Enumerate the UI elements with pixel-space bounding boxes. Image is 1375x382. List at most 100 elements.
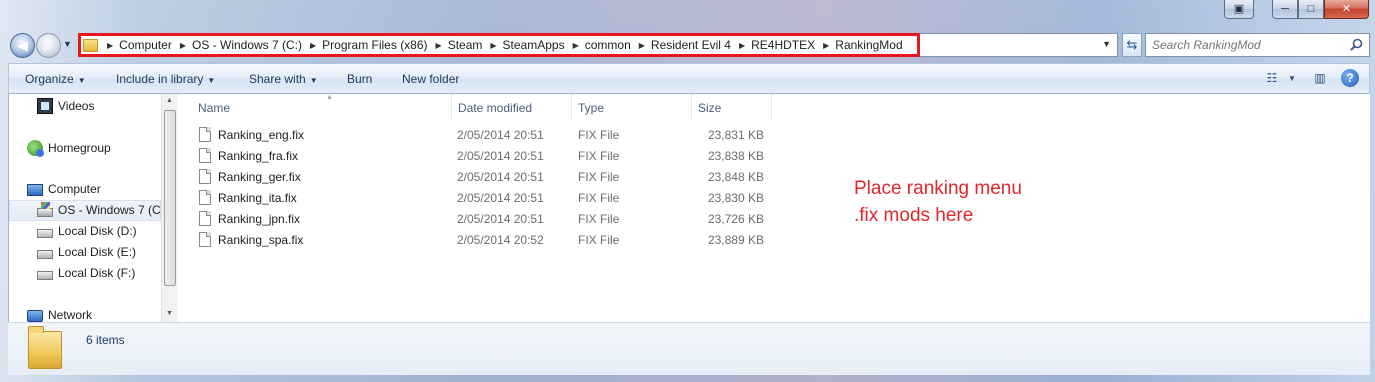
- tree-label: Videos: [58, 99, 95, 113]
- film-icon: [37, 98, 53, 114]
- file-name: Ranking_spa.fix: [218, 233, 304, 247]
- file-size: 23,830 KB: [707, 191, 764, 205]
- maximize-button[interactable]: □: [1298, 0, 1324, 19]
- file-type: FIX File: [578, 128, 620, 142]
- refresh-icon: ⇆: [1126, 37, 1138, 52]
- drive-icon: [37, 271, 53, 280]
- share-with-menu[interactable]: Share with ▼: [249, 72, 318, 86]
- chevron-down-icon: ▼: [63, 39, 72, 49]
- column-header-size[interactable]: Size: [688, 94, 772, 121]
- chevron-down-icon: ▼: [309, 76, 318, 85]
- tree-item-disk-f[interactable]: Local Disk (F:): [37, 266, 135, 280]
- drive-icon: [37, 250, 53, 259]
- tree-item-computer[interactable]: Computer: [27, 182, 101, 196]
- file-size: 23,838 KB: [707, 149, 764, 163]
- file-date: 2/05/2014 20:52: [457, 233, 544, 247]
- tree-label: Network: [48, 308, 93, 322]
- file-row[interactable]: Ranking_ita.fix 2/05/2014 20:51 FIX File…: [197, 188, 764, 209]
- red-highlight-box: [78, 33, 920, 57]
- forward-button[interactable]: ▶: [36, 33, 61, 58]
- column-label: Name: [198, 101, 231, 115]
- organize-menu[interactable]: Organize ▼: [25, 72, 86, 86]
- chevron-down-icon[interactable]: ▼: [1283, 69, 1301, 87]
- drive-icon: [37, 229, 53, 238]
- sort-ascending-icon: ▲: [326, 94, 333, 101]
- network-icon: [27, 310, 43, 322]
- tree-item-os-drive[interactable]: OS - Windows 7 (C:: [37, 202, 165, 217]
- file-name: Ranking_ita.fix: [218, 191, 297, 205]
- annotation-text: Place ranking menu .fix mods here: [854, 178, 1022, 226]
- address-bar[interactable]: ▶ Computer ▶ OS - Windows 7 (C:) ▶ Progr…: [78, 33, 1118, 57]
- scroll-down-icon[interactable]: ▼: [166, 310, 173, 317]
- file-row[interactable]: Ranking_ger.fix 2/05/2014 20:51 FIX File…: [197, 167, 764, 188]
- file-row[interactable]: Ranking_fra.fix 2/05/2014 20:51 FIX File…: [197, 146, 764, 167]
- file-icon: [199, 148, 211, 163]
- scroll-thumb[interactable]: [164, 110, 176, 286]
- file-size: 23,848 KB: [707, 170, 764, 184]
- file-size: 23,889 KB: [707, 233, 764, 247]
- burn-button[interactable]: Burn: [347, 72, 372, 86]
- scroll-up-icon[interactable]: ▲: [166, 97, 173, 104]
- tree-item-disk-e[interactable]: Local Disk (E:): [37, 245, 136, 259]
- tree-label: Local Disk (E:): [58, 245, 137, 259]
- search-input[interactable]: [1152, 35, 1347, 55]
- column-label: Type: [578, 101, 605, 115]
- new-folder-button[interactable]: New folder: [402, 72, 459, 86]
- include-label: Include in library: [116, 72, 204, 86]
- file-type: FIX File: [578, 149, 620, 163]
- file-type: FIX File: [578, 233, 620, 247]
- file-icon: [199, 232, 211, 247]
- chevron-down-icon: ▼: [207, 76, 216, 85]
- change-view-icon[interactable]: ☷: [1263, 69, 1281, 87]
- right-edge: [1365, 94, 1370, 322]
- chevron-down-icon: ▼: [1102, 39, 1111, 49]
- file-row[interactable]: Ranking_jpn.fix 2/05/2014 20:51 FIX File…: [197, 209, 764, 230]
- chevron-down-icon: ▼: [77, 76, 86, 85]
- search-box: [1145, 33, 1370, 57]
- preview-pane-icon[interactable]: ▥: [1311, 69, 1329, 87]
- column-header-type[interactable]: Type: [568, 94, 692, 121]
- command-bar: Organize ▼ Include in library ▼ Share with…: [8, 63, 1370, 94]
- search-icon[interactable]: [1350, 38, 1363, 51]
- tree-item-network[interactable]: Network: [27, 308, 92, 322]
- help-icon[interactable]: ?: [1341, 69, 1359, 87]
- file-row[interactable]: Ranking_eng.fix 2/05/2014 20:51 FIX File…: [197, 125, 764, 146]
- column-label: Size: [698, 101, 722, 115]
- tree-item-homegroup[interactable]: Homegroup: [27, 140, 111, 157]
- column-header-name[interactable]: Name ▲: [188, 94, 452, 121]
- tree-item-videos[interactable]: Videos: [37, 98, 94, 114]
- nav-scrollbar[interactable]: ▲ ▼: [161, 94, 178, 322]
- address-history-dropdown[interactable]: ▼: [1102, 39, 1111, 49]
- file-type: FIX File: [578, 170, 620, 184]
- file-size: 23,831 KB: [707, 128, 764, 142]
- file-icon: [199, 211, 211, 226]
- snap-button[interactable]: ▣: [1224, 0, 1254, 19]
- file-row[interactable]: Ranking_spa.fix 2/05/2014 20:52 FIX File…: [197, 230, 764, 251]
- tree-label: OS - Windows 7 (C:: [58, 203, 165, 217]
- caption-buttons: ▣ ─ □ ✕: [1224, 0, 1369, 20]
- recent-pages-dropdown[interactable]: ▼: [63, 39, 72, 49]
- back-button[interactable]: ◀: [10, 33, 35, 58]
- item-count: 6 items: [86, 333, 125, 347]
- include-in-library-menu[interactable]: Include in library ▼: [116, 72, 215, 86]
- minimize-button[interactable]: ─: [1272, 0, 1298, 19]
- windows-drive-icon: [37, 202, 53, 217]
- file-icon: [199, 127, 211, 142]
- file-date: 2/05/2014 20:51: [457, 170, 544, 184]
- refresh-button[interactable]: ⇆: [1122, 33, 1142, 57]
- file-name: Ranking_ger.fix: [218, 170, 301, 184]
- file-name: Ranking_jpn.fix: [218, 212, 301, 226]
- column-header-date[interactable]: Date modified: [448, 94, 572, 121]
- file-date: 2/05/2014 20:51: [457, 128, 544, 142]
- computer-icon: [27, 184, 43, 196]
- tree-label: Computer: [48, 182, 101, 196]
- share-label: Share with: [249, 72, 306, 86]
- close-button[interactable]: ✕: [1324, 0, 1369, 19]
- view-controls: ☷ ▼ ▥ ?: [1253, 69, 1359, 87]
- tree-item-disk-d[interactable]: Local Disk (D:): [37, 224, 137, 238]
- arrow-left-icon: ◀: [17, 37, 28, 53]
- file-size: 23,726 KB: [707, 212, 764, 226]
- file-date: 2/05/2014 20:51: [457, 212, 544, 226]
- file-name: Ranking_fra.fix: [218, 149, 299, 163]
- folder-icon: [28, 326, 62, 369]
